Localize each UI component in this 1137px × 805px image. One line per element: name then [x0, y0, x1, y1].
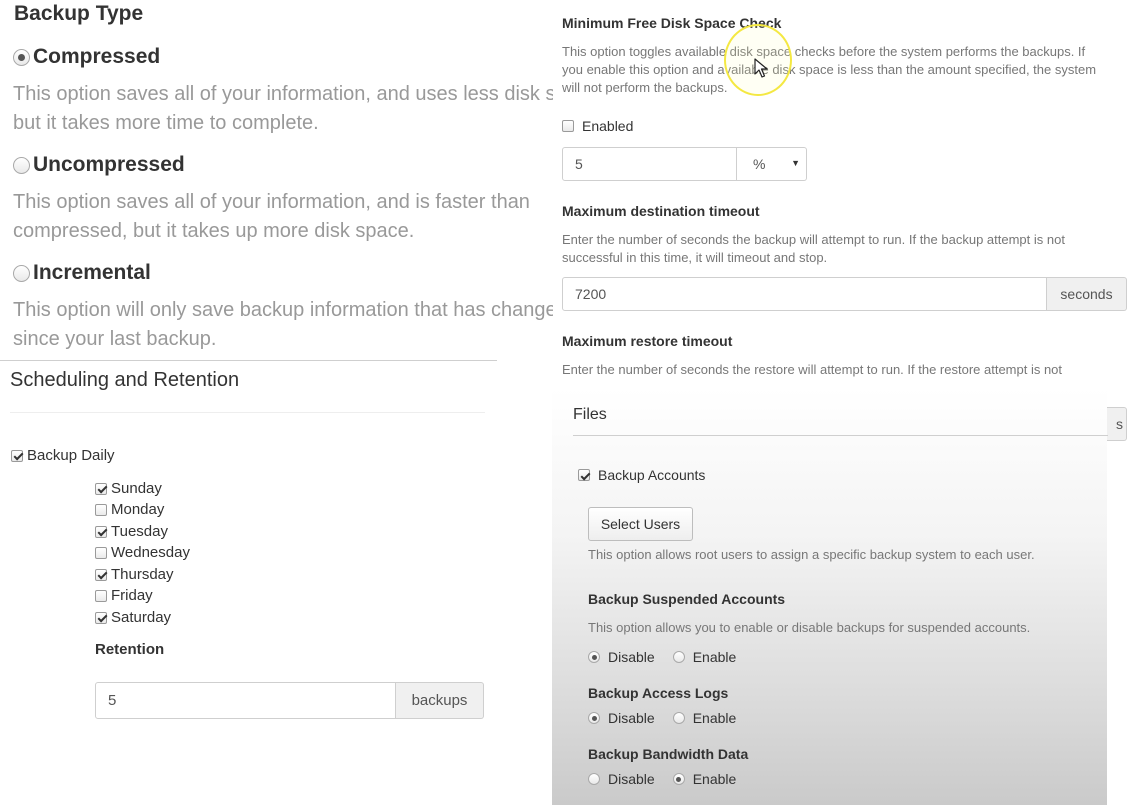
files-title: Files	[573, 406, 607, 423]
bandwidth-data-title: Backup Bandwidth Data	[588, 746, 749, 762]
bandwidth-disable-radio[interactable]	[588, 773, 600, 785]
sunday-checkbox[interactable]	[95, 482, 107, 495]
backup-daily-row[interactable]: Backup Daily	[11, 447, 115, 464]
disk-space-unit-value: %	[753, 156, 766, 172]
dest-timeout-unit-addon: seconds	[1047, 277, 1127, 311]
uncompressed-label: Uncompressed	[33, 153, 185, 176]
compressed-radio[interactable]	[13, 48, 30, 66]
day-friday[interactable]: Friday	[95, 587, 153, 604]
thursday-label: Thursday	[111, 566, 174, 583]
option-uncompressed[interactable]: Uncompressed	[13, 153, 185, 177]
friday-label: Friday	[111, 587, 153, 604]
uncompressed-desc-2: compressed, but it takes up more disk sp…	[13, 220, 415, 242]
access-logs-title: Backup Access Logs	[588, 685, 729, 701]
monday-label: Monday	[111, 501, 165, 518]
restore-timeout-desc-1: Enter the number of seconds the restore …	[562, 362, 1063, 377]
backup-accounts-label: Backup Accounts	[598, 467, 706, 483]
day-monday[interactable]: Monday	[95, 501, 164, 518]
suspended-accounts-title: Backup Suspended Accounts	[588, 591, 786, 607]
suspended-enable-radio[interactable]	[672, 651, 685, 663]
disk-check-enabled-row[interactable]: Enabled	[562, 118, 633, 134]
access-logs-enable-radio[interactable]	[672, 712, 685, 724]
compressed-desc-1: This option saves all of your informatio…	[13, 83, 553, 105]
disk-check-desc-1: This option toggles available disk space…	[562, 44, 1086, 59]
access-logs-disable-radio[interactable]	[588, 712, 600, 724]
dest-timeout-desc-2: successful in this time, it will timeout…	[562, 250, 828, 265]
disk-check-desc-3: will not perform the backups.	[562, 80, 728, 95]
day-wednesday[interactable]: Wednesday	[95, 544, 190, 561]
option-incremental[interactable]: Incremental	[13, 261, 151, 285]
backup-daily-label: Backup Daily	[27, 447, 115, 464]
disk-space-unit-select[interactable]: % ▼	[737, 147, 807, 181]
access-logs-disable-label: Disable	[608, 710, 655, 726]
scheduling-title: Scheduling and Retention	[10, 369, 240, 391]
restore-timeout-title: Maximum restore timeout	[562, 333, 733, 349]
retention-unit-addon: backups	[396, 682, 484, 719]
monday-checkbox[interactable]	[95, 503, 107, 516]
disk-check-enabled-label: Enabled	[582, 118, 634, 134]
sunday-label: Sunday	[111, 480, 162, 497]
compressed-desc-2: but it takes more time to complete.	[13, 112, 319, 134]
backup-accounts-row[interactable]: Backup Accounts	[578, 467, 705, 483]
mouse-pointer-icon	[754, 58, 768, 78]
backup-accounts-checkbox[interactable]	[578, 469, 590, 481]
suspended-enable-label: Enable	[692, 649, 737, 665]
suspended-accounts-desc: This option allows you to enable or disa…	[588, 620, 1031, 635]
incremental-label: Incremental	[33, 261, 151, 284]
caret-down-icon: ▼	[791, 158, 800, 168]
thursday-checkbox[interactable]	[95, 568, 107, 581]
dest-timeout-title: Maximum destination timeout	[562, 203, 760, 219]
day-thursday[interactable]: Thursday	[95, 566, 174, 583]
scheduling-divider	[10, 412, 485, 413]
tuesday-checkbox[interactable]	[95, 525, 107, 538]
tuesday-label: Tuesday	[111, 523, 168, 540]
day-sunday[interactable]: Sunday	[95, 480, 162, 497]
disk-space-input-group: 5 % ▼	[562, 147, 807, 181]
backup-daily-checkbox[interactable]	[11, 449, 23, 462]
suspended-disable-radio[interactable]	[588, 651, 600, 663]
backup-type-title: Backup Type	[14, 2, 144, 25]
disk-space-input[interactable]: 5	[562, 147, 737, 181]
select-users-desc: This option allows root users to assign …	[588, 547, 1035, 562]
files-divider	[573, 435, 1108, 436]
saturday-checkbox[interactable]	[95, 611, 107, 624]
incremental-desc-1: This option will only save backup inform…	[13, 299, 553, 321]
incremental-desc-2: since your last backup.	[13, 328, 217, 350]
dest-timeout-input-group: 7200 seconds	[562, 277, 1127, 311]
uncompressed-desc-1: This option saves all of your informatio…	[13, 191, 530, 213]
wednesday-label: Wednesday	[111, 544, 190, 561]
dest-timeout-desc-1: Enter the number of seconds the backup w…	[562, 232, 1065, 247]
day-tuesday[interactable]: Tuesday	[95, 523, 168, 540]
bandwidth-data-options: Disable Enable	[588, 771, 736, 787]
option-compressed[interactable]: Compressed	[13, 45, 160, 69]
disk-check-enabled-checkbox[interactable]	[562, 120, 574, 132]
saturday-label: Saturday	[111, 609, 172, 626]
compressed-label: Compressed	[33, 45, 161, 68]
retention-input[interactable]: 5	[95, 682, 396, 719]
disk-check-desc-2: you enable this option and available dis…	[562, 62, 1097, 77]
select-users-button[interactable]: Select Users	[588, 507, 693, 541]
bandwidth-enable-radio[interactable]	[672, 773, 685, 785]
retention-input-group: 5 backups	[95, 682, 484, 719]
wednesday-checkbox[interactable]	[95, 546, 107, 559]
incremental-radio[interactable]	[13, 264, 30, 282]
suspended-accounts-options: Disable Enable	[588, 649, 736, 665]
bandwidth-enable-label: Enable	[692, 771, 737, 787]
access-logs-enable-label: Enable	[692, 710, 737, 726]
bandwidth-disable-label: Disable	[608, 771, 655, 787]
section-divider	[0, 360, 497, 361]
friday-checkbox[interactable]	[95, 589, 107, 602]
dest-timeout-input[interactable]: 7200	[562, 277, 1047, 311]
day-saturday[interactable]: Saturday	[95, 609, 171, 626]
retention-label: Retention	[95, 641, 165, 658]
access-logs-options: Disable Enable	[588, 710, 736, 726]
suspended-disable-label: Disable	[608, 649, 655, 665]
uncompressed-radio[interactable]	[13, 156, 30, 174]
